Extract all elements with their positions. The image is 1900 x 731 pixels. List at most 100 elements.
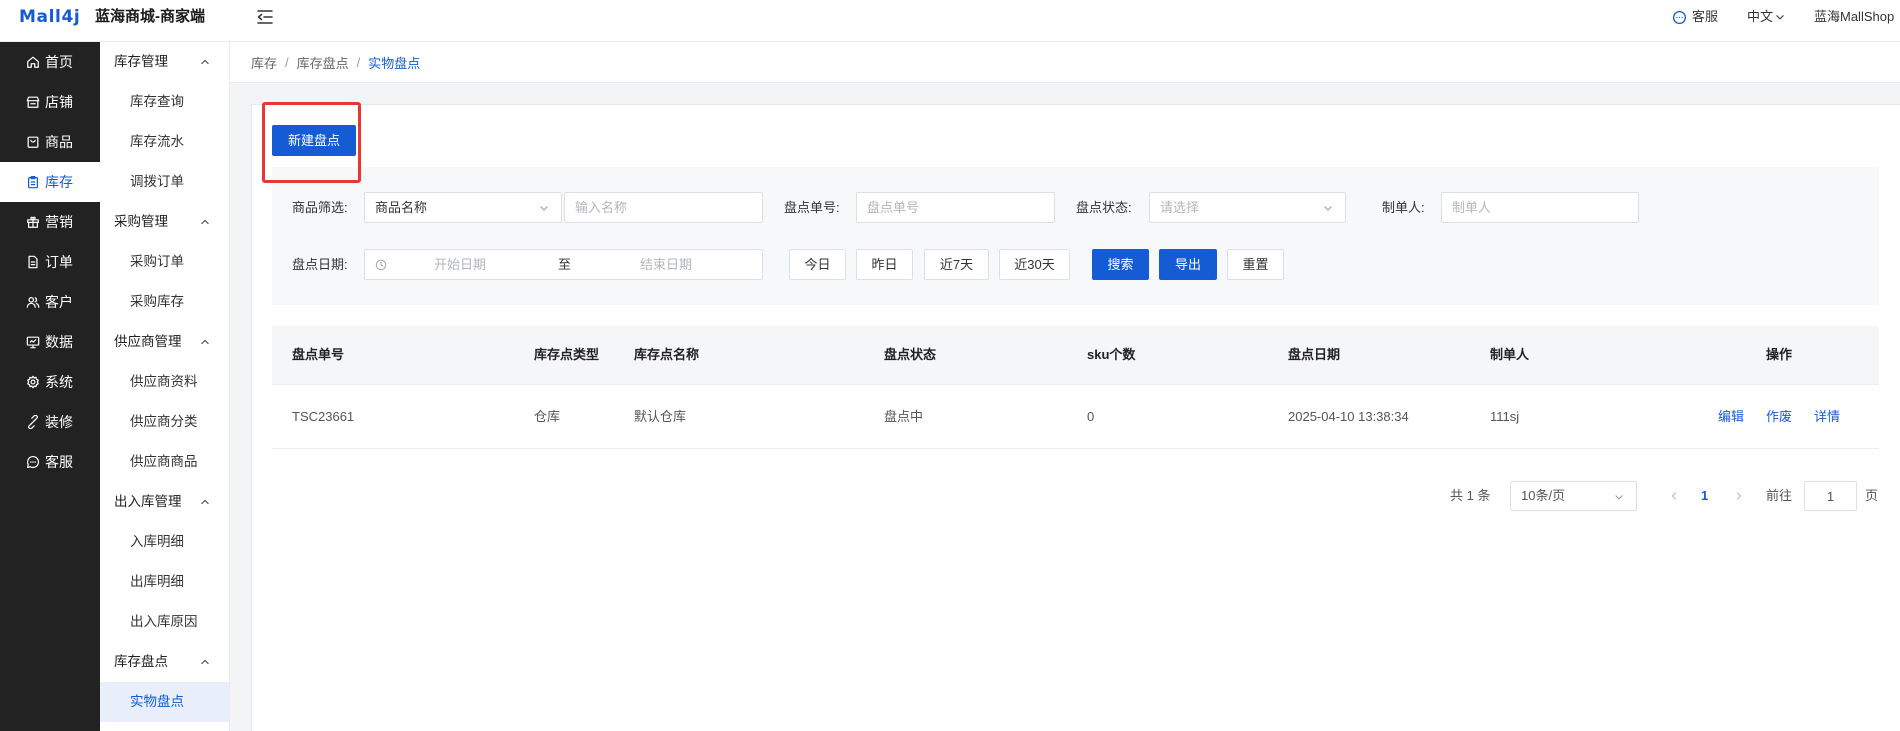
- column-header: 盘点日期: [1288, 347, 1341, 362]
- chevron-up-icon: [201, 59, 209, 65]
- subnav-item-supplier-category[interactable]: 供应商分类: [100, 402, 229, 442]
- total-count: 共 1 条: [1450, 488, 1491, 503]
- subnav-item-label: 采购库存: [130, 294, 184, 309]
- sidebar-item-label: 营销: [45, 214, 73, 230]
- home-icon: [27, 56, 39, 68]
- subnav-item-purchase-stock[interactable]: 采购库存: [100, 282, 229, 322]
- customer-service-label: 客服: [1692, 9, 1719, 24]
- chat-icon: [1672, 10, 1687, 24]
- column-header: 盘点状态: [884, 347, 937, 362]
- breadcrumb: 库存 / 库存盘点 / 实物盘点: [230, 42, 1900, 83]
- subnav-group-label: 采购管理: [114, 214, 168, 229]
- subnav-item-stock-reason[interactable]: 出入库原因: [100, 602, 229, 642]
- page-size-select[interactable]: 10条/页: [1510, 481, 1637, 511]
- subnav-group-purchase-management[interactable]: 采购管理: [100, 202, 229, 242]
- user-name: 蓝海MallShop: [1814, 9, 1895, 24]
- cell-status: 盘点中: [884, 409, 924, 424]
- page-size-value: 10条/页: [1521, 488, 1566, 503]
- breadcrumb-separator: /: [285, 54, 289, 70]
- chevron-up-icon: [201, 659, 209, 665]
- sidebar-item-customer[interactable]: 客户: [0, 282, 100, 322]
- chat-icon: [26, 455, 40, 469]
- export-button[interactable]: 导出: [1159, 249, 1217, 280]
- subnav-item-label: 采购订单: [130, 254, 184, 269]
- next-page-icon[interactable]: [1734, 491, 1744, 501]
- chevron-down-icon: [1615, 495, 1623, 500]
- end-date-input[interactable]: [601, 250, 731, 279]
- subnav-item-stock-in-detail[interactable]: 入库明细: [100, 522, 229, 562]
- subnav-item-physical-stocktake[interactable]: 实物盘点: [100, 682, 229, 722]
- sidebar-item-shop[interactable]: 店铺: [0, 82, 100, 122]
- today-button[interactable]: 今日: [789, 249, 846, 280]
- inventory-icon: [28, 175, 38, 189]
- chevron-up-icon: [201, 219, 209, 225]
- sidebar-item-order[interactable]: 订单: [0, 242, 100, 282]
- new-stocktake-button[interactable]: 新建盘点: [272, 125, 356, 156]
- logo[interactable]: Mall4j: [19, 6, 80, 28]
- subnav-item-label: 供应商资料: [130, 374, 198, 389]
- language-switcher[interactable]: 中文: [1747, 8, 1785, 26]
- menu-collapse-button[interactable]: [256, 9, 274, 25]
- sidebar-item-marketing[interactable]: 营销: [0, 202, 100, 242]
- subnav-group-inventory-management[interactable]: 库存管理: [100, 42, 229, 82]
- current-page[interactable]: 1: [1701, 481, 1708, 511]
- prev-page-icon[interactable]: [1669, 491, 1679, 501]
- subnav-item-stock-out-detail[interactable]: 出库明细: [100, 562, 229, 602]
- shop-icon: [26, 96, 40, 108]
- monitor-icon: [26, 336, 40, 349]
- search-button[interactable]: 搜索: [1092, 249, 1149, 280]
- customer-service-button[interactable]: 客服: [1672, 8, 1718, 26]
- date-range-picker[interactable]: 至: [364, 249, 763, 280]
- detail-link[interactable]: 详情: [1814, 385, 1840, 448]
- subnav-item-transfer-order[interactable]: 调拨订单: [100, 162, 229, 202]
- subnav-group-stocktake[interactable]: 库存盘点: [100, 642, 229, 682]
- subnav-item-label: 出入库原因: [130, 614, 198, 629]
- edit-link[interactable]: 编辑: [1718, 385, 1744, 448]
- stocktake-no-input[interactable]: [856, 192, 1055, 223]
- breadcrumb-current: 实物盘点: [368, 55, 421, 71]
- subnav-item-inventory-query[interactable]: 库存查询: [100, 82, 229, 122]
- sidebar-item-label: 店铺: [45, 94, 73, 110]
- sidebar-item-label: 系统: [45, 374, 73, 390]
- chevron-up-icon: [201, 339, 209, 345]
- column-header: 制单人: [1490, 347, 1530, 362]
- sidebar-item-service[interactable]: 客服: [0, 442, 100, 482]
- sidebar-item-system[interactable]: 系统: [0, 362, 100, 402]
- pagination: 共 1 条 10条/页 1 前往 页: [252, 481, 1879, 511]
- breadcrumb-item[interactable]: 库存盘点: [297, 53, 349, 72]
- subnav-group-stock-in-out[interactable]: 出入库管理: [100, 482, 229, 522]
- product-filter-select[interactable]: 商品名称: [364, 192, 562, 223]
- last-30-days-button[interactable]: 近30天: [999, 249, 1070, 280]
- subnav-item-supplier-info[interactable]: 供应商资料: [100, 362, 229, 402]
- decoration-icon: [28, 415, 38, 429]
- product-icon: [27, 136, 39, 148]
- cell-creator: 111sj: [1490, 409, 1520, 424]
- sidebar-item-home[interactable]: 首页: [0, 42, 100, 82]
- table-row: TSC23661 仓库 默认仓库 盘点中 0 2025-04-10 13:38:…: [272, 385, 1879, 449]
- void-link[interactable]: 作废: [1766, 385, 1792, 448]
- sidebar-item-label: 商品: [45, 134, 73, 150]
- user-menu[interactable]: 蓝海MallShop: [1814, 8, 1900, 26]
- sidebar-item-data[interactable]: 数据: [0, 322, 100, 362]
- stocktake-status-select[interactable]: 请选择: [1149, 192, 1346, 223]
- subnav-item-label: 库存流水: [130, 134, 184, 149]
- jump-page-input[interactable]: [1804, 481, 1857, 511]
- chevron-down-icon: [540, 206, 548, 211]
- product-name-input[interactable]: [564, 192, 763, 223]
- start-date-input[interactable]: [395, 250, 525, 279]
- stocktake-status-label: 盘点状态:: [1076, 200, 1132, 215]
- last-7-days-button[interactable]: 近7天: [924, 249, 989, 280]
- breadcrumb-item[interactable]: 库存: [251, 53, 277, 72]
- subnav-item-inventory-flow[interactable]: 库存流水: [100, 122, 229, 162]
- subnav-item-supplier-products[interactable]: 供应商商品: [100, 442, 229, 482]
- sidebar-item-inventory[interactable]: 库存: [0, 162, 100, 202]
- reset-button[interactable]: 重置: [1227, 249, 1284, 280]
- sidebar-item-decoration[interactable]: 装修: [0, 402, 100, 442]
- subnav-group-supplier-management[interactable]: 供应商管理: [100, 322, 229, 362]
- creator-input[interactable]: [1441, 192, 1639, 223]
- yesterday-button[interactable]: 昨日: [856, 249, 913, 280]
- subnav-item-label: 出库明细: [130, 574, 184, 589]
- subnav-item-purchase-order[interactable]: 采购订单: [100, 242, 229, 282]
- sidebar-item-product[interactable]: 商品: [0, 122, 100, 162]
- subnav-item-label: 调拨订单: [130, 174, 184, 189]
